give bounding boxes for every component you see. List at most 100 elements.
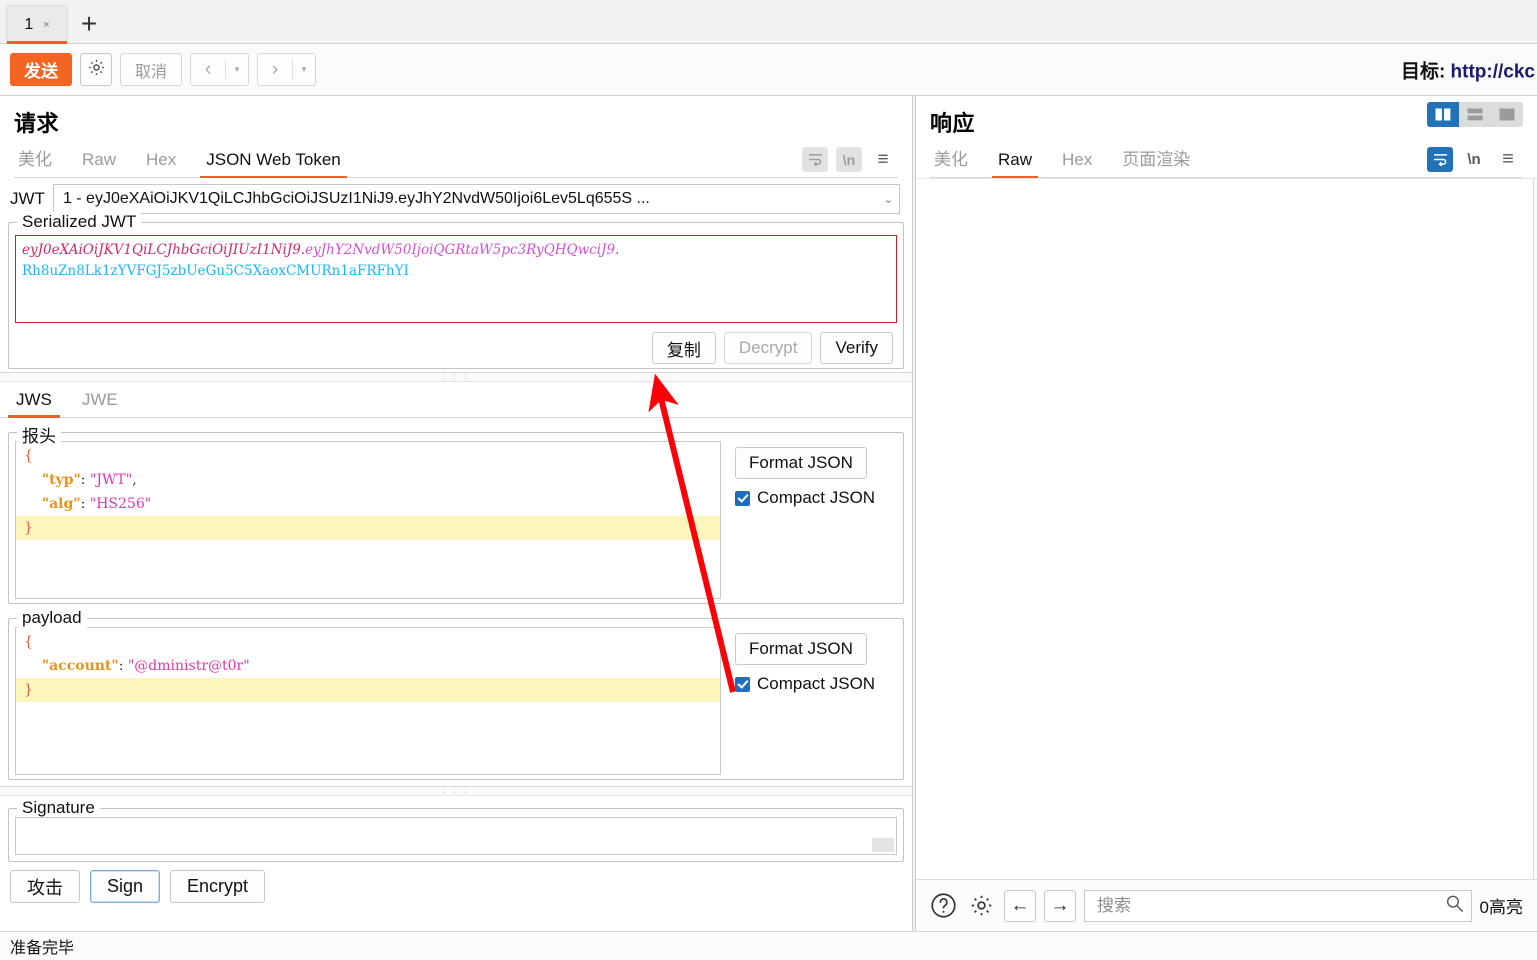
tab-1[interactable]: 1 × (6, 5, 68, 44)
copy-button[interactable]: 复制 (651, 332, 716, 364)
code-line-highlighted: } (16, 516, 720, 540)
chevron-down-icon[interactable]: ▾ (226, 54, 248, 85)
code-tail: , (132, 472, 137, 488)
jwt-label: JWT (10, 189, 45, 208)
attack-button[interactable]: 攻击 (10, 870, 80, 903)
tab-request-beautify[interactable]: 美化 (16, 142, 54, 177)
request-tab-icons: \n ≡ (802, 147, 896, 172)
compact-json-header-checkbox[interactable]: Compact JSON (735, 488, 875, 508)
main-toolbar: 发送 取消 ‹ ▾ › ▾ 目标: http://ckc (0, 44, 1537, 96)
serialized-jwt-group: Serialized JWT eyJ0eXAiOiJKV1QiLCJhbGciO… (8, 212, 904, 369)
response-header: 响应 美化 Raw Hex 页面渲染 \n ≡ (916, 96, 1537, 178)
code-value: "HS256" (89, 496, 152, 512)
serialized-jwt-buttons: 复制 Decrypt Verify (13, 323, 899, 366)
resize-corner[interactable] (872, 838, 894, 852)
tab-request-raw[interactable]: Raw (80, 147, 118, 177)
search-box[interactable] (1084, 889, 1472, 922)
response-scrollbar[interactable] (1533, 179, 1537, 879)
encrypt-button[interactable]: Encrypt (170, 870, 266, 903)
splitter-serialized[interactable]: : : : (0, 372, 912, 382)
status-bar: 准备完毕 (0, 931, 1537, 960)
splitter-payload[interactable]: : : : (0, 786, 912, 796)
next-request-button[interactable]: › ▾ (257, 53, 317, 86)
jwt-payload-editor[interactable]: { "account": "@dministr@t0r" } (15, 627, 721, 775)
jwt-signature-textarea[interactable] (15, 817, 897, 855)
chevron-down-icon[interactable]: ▾ (293, 54, 315, 85)
hamburger-menu-icon[interactable]: ≡ (1495, 147, 1521, 172)
jwt-header-group: 报头 { "typ": "JWT", "alg": "HS256" } Form… (8, 422, 904, 604)
search-next-button[interactable]: → (1044, 889, 1076, 922)
word-wrap-icon[interactable] (1427, 147, 1453, 172)
tab-request-hex[interactable]: Hex (144, 147, 178, 177)
code-text: { (24, 634, 33, 650)
chevron-down-icon: ⌄ (883, 193, 893, 206)
tab-response-raw[interactable]: Raw (991, 147, 1039, 178)
compact-json-payload-checkbox[interactable]: Compact JSON (735, 674, 875, 694)
search-input[interactable] (1095, 894, 1445, 917)
code-sep: : (80, 472, 90, 488)
code-value: "@dministr@t0r" (127, 658, 250, 674)
jwt-header-editrow: { "typ": "JWT", "alg": "HS256" } Format … (15, 441, 897, 599)
newline-icon[interactable]: \n (836, 147, 862, 172)
jwt-payload-editrow: { "account": "@dministr@t0r" } Format JS… (15, 627, 897, 775)
cancel-button[interactable]: 取消 (120, 53, 183, 86)
prev-request-button[interactable]: ‹ ▾ (190, 53, 250, 86)
tab-jws[interactable]: JWS (8, 388, 60, 418)
jwt-header-editor[interactable]: { "typ": "JWT", "alg": "HS256" } (15, 441, 721, 599)
jwt-dropdown[interactable]: 1 - eyJ0eXAiOiJKV1QiLCJhbGciOiJSUzI1NiJ9… (52, 184, 900, 214)
word-wrap-icon[interactable] (802, 147, 828, 172)
code-text: } (24, 520, 33, 536)
split-vertical-icon[interactable] (1427, 102, 1459, 127)
code-sep: : (80, 496, 90, 512)
jwt-payload-segment: eyJhY2NvdW50IjoiQGRtaW5pc3RyQHQwciJ9 (305, 242, 616, 258)
jwt-payload-legend: payload (17, 608, 87, 628)
tab-response-beautify[interactable]: 美化 (932, 142, 970, 177)
send-button[interactable]: 发送 (10, 53, 72, 86)
format-json-header-button[interactable]: Format JSON (735, 447, 867, 479)
request-header: 请求 美化 Raw Hex JSON Web Token \n ≡ (0, 96, 912, 178)
magnifier-icon[interactable] (1445, 894, 1464, 918)
serialized-jwt-line-2: Rh8uZn8Lk1zYVFGJ5zbUeGu5C5XaoxCMURn1aFRF… (22, 261, 890, 282)
response-body[interactable] (916, 178, 1537, 879)
serialized-jwt-textarea[interactable]: eyJ0eXAiOiJKV1QiLCJhbGciOiJIUzI1NiJ9.eyJ… (15, 235, 897, 323)
checkbox-icon (735, 676, 750, 692)
code-line: { (16, 444, 720, 468)
close-icon[interactable]: × (43, 19, 49, 31)
chevron-left-icon: ‹ (204, 58, 212, 80)
response-view-tabs: 美化 Raw Hex 页面渲染 \n ≡ (930, 142, 1523, 178)
jwt-payload-sidecol: Format JSON Compact JSON (721, 627, 897, 775)
sign-button[interactable]: Sign (90, 870, 161, 903)
jwt-payload-group: payload { "account": "@dministr@t0r" } F… (8, 608, 904, 780)
request-view-tabs: 美化 Raw Hex JSON Web Token \n ≡ (14, 142, 898, 178)
code-key: "typ" (41, 472, 81, 488)
verify-button[interactable]: Verify (820, 332, 893, 364)
format-json-payload-button[interactable]: Format JSON (735, 633, 867, 665)
search-prev-button[interactable]: ← (1004, 889, 1036, 922)
tab-jwe[interactable]: JWE (78, 388, 122, 417)
split-horizontal-icon[interactable] (1459, 102, 1491, 127)
gear-icon[interactable] (966, 891, 996, 921)
jwt-header-segment: eyJ0eXAiOiJKV1QiLCJhbGciOiJIUzI1NiJ9 (22, 242, 301, 258)
chevron-right-icon: › (271, 58, 279, 80)
code-text: { (24, 448, 33, 464)
single-pane-icon[interactable] (1491, 102, 1523, 127)
jwt-dropdown-value: 1 - eyJ0eXAiOiJKV1QiLCJhbGciOiJSUzI1NiJ9… (62, 190, 650, 207)
tab-request-jwt[interactable]: JSON Web Token (200, 147, 347, 178)
code-key: "alg" (41, 496, 81, 512)
browser-tab-strip: 1 × + (0, 0, 1537, 44)
tab-response-hex[interactable]: Hex (1060, 147, 1094, 177)
help-icon[interactable] (928, 891, 958, 921)
hamburger-menu-icon[interactable]: ≡ (870, 147, 896, 172)
new-tab-button[interactable]: + (68, 5, 110, 43)
target-prefix: 目标: (1400, 61, 1451, 82)
jwt-signature-group: Signature (8, 798, 904, 862)
tab-response-render[interactable]: 页面渲染 (1120, 142, 1192, 177)
jwt-action-buttons: 攻击 Sign Encrypt (0, 862, 912, 903)
decrypt-button[interactable]: Decrypt (723, 332, 813, 364)
newline-icon[interactable]: \n (1461, 147, 1487, 172)
settings-gear-button[interactable] (80, 53, 112, 86)
code-line: "account": "@dministr@t0r" (16, 654, 720, 678)
code-line: { (16, 630, 720, 654)
response-search-bar: ← → 0高亮 (916, 879, 1537, 931)
jwt-header-sidecol: Format JSON Compact JSON (721, 441, 897, 599)
